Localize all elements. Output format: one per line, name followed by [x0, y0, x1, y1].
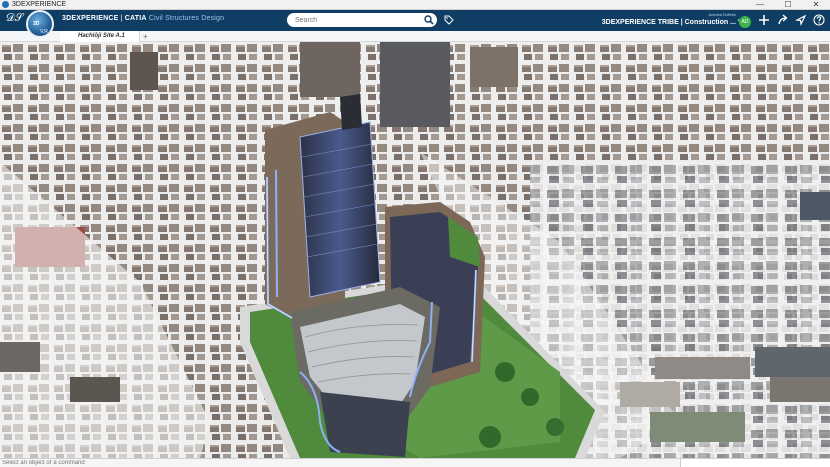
window-title: 3DEXPERIENCE [12, 1, 67, 8]
3d-viewport[interactable] [0, 42, 830, 458]
add-icon[interactable] [758, 14, 770, 26]
tab-bar: Hachiōji Site A.1 + ⤢ [0, 31, 830, 73]
brand-title: 3DEXPERIENCE | CATIA Civil Structures De… [62, 15, 225, 22]
search-input[interactable] [287, 13, 437, 27]
window-title-bar: 3DEXPERIENCE — ☐ ✕ [0, 0, 830, 10]
city-scene [0, 42, 830, 458]
status-right-field [680, 459, 830, 467]
search-icon[interactable] [424, 15, 434, 25]
add-tab-icon[interactable]: + [143, 31, 148, 42]
tab-hachioji-site[interactable]: Hachiōji Site A.1 [60, 31, 140, 42]
close-button[interactable]: ✕ [802, 0, 830, 10]
avatar[interactable]: AD [739, 16, 751, 28]
compass-v-label: V,R [40, 29, 48, 35]
compass-3d-label: 3D [33, 21, 40, 27]
user-name: Antoine Duffréz [708, 12, 737, 17]
maximize-button[interactable]: ☐ [774, 0, 802, 10]
app-icon [2, 1, 9, 8]
help-icon[interactable] [813, 14, 825, 26]
share-icon[interactable] [777, 14, 789, 26]
status-bar [0, 458, 830, 467]
command-input[interactable] [0, 459, 680, 467]
tag-icon[interactable] [444, 15, 454, 25]
3d-compass[interactable]: 3D V,R [26, 10, 54, 38]
compass-apps-icon[interactable] [795, 14, 807, 26]
ds-logo-icon[interactable]: 𝒟𝒮 [6, 12, 23, 25]
tribe-selector[interactable]: 3DEXPERIENCE TRIBE | Construction ... ˅ [602, 19, 742, 26]
minimize-button[interactable]: — [746, 0, 774, 10]
